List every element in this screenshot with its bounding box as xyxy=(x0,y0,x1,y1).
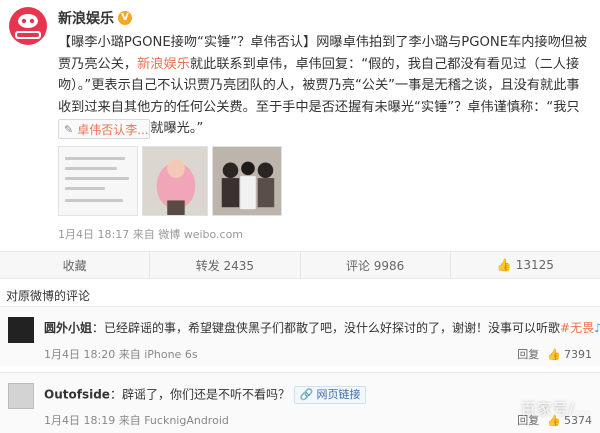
repost-button[interactable]: 转发 2435 xyxy=(150,252,301,278)
comment-meta: 1月4日 18:19 来自 FucknigAndroid xyxy=(44,412,229,428)
comment-source: 来自 iPhone 6s xyxy=(118,348,198,361)
comment-actions: 回复 👍 7391 xyxy=(517,346,592,362)
thumbs-up-icon: 👍 xyxy=(496,258,512,272)
photo-thumbnail-group[interactable] xyxy=(212,146,282,216)
collect-button[interactable]: 收藏 xyxy=(0,252,151,278)
webpage-link-label: 网页链接 xyxy=(316,388,361,401)
article-link-label: 卓伟否认李... xyxy=(77,122,149,137)
edit-icon: ✎ xyxy=(64,122,74,136)
post-meta: 1月4日 18:17 来自 微博 weibo.com xyxy=(58,226,243,242)
comment-button[interactable]: 评论 9986 xyxy=(301,252,451,278)
comment-meta: 1月4日 18:20 来自 iPhone 6s xyxy=(44,346,198,362)
topic-tag[interactable]: #无畏 xyxy=(560,321,594,335)
webpage-link-card[interactable]: 🔗 网页链接 xyxy=(293,386,367,404)
post-time[interactable]: 1月4日 18:17 xyxy=(58,228,129,241)
author-avatar[interactable] xyxy=(8,6,48,46)
comments-title: 对原微博的评论 xyxy=(6,289,91,303)
commenter-avatar[interactable] xyxy=(8,317,34,343)
weibo-post: 新浪娱乐 V 【曝李小璐PGONE接吻“实锤”？卓伟否认】网曝卓伟拍到了李小璐与… xyxy=(0,0,600,245)
comment-like-count: 7391 xyxy=(564,347,592,361)
post-source: 来自 微博 weibo.com xyxy=(132,228,244,241)
post-action-bar: 收藏 转发 2435 评论 9986 👍 13125 xyxy=(0,251,600,279)
music-note-icon: ♪ xyxy=(594,321,600,335)
repost-label: 转发 2435 xyxy=(195,258,255,273)
link-icon: 🔗 xyxy=(299,388,314,401)
comment-label: 评论 9986 xyxy=(345,258,405,273)
thumbs-up-icon: 👍 xyxy=(547,347,561,361)
like-count: 13125 xyxy=(515,258,554,272)
mention-link[interactable]: 新浪娱乐 xyxy=(137,57,190,72)
commenter-avatar[interactable] xyxy=(8,383,34,409)
comment-text: Outofside：辟谣了，你们还是不听不看吗？ 🔗 网页链接 xyxy=(44,386,592,404)
comment-like-button[interactable]: 👍 7391 xyxy=(547,346,592,362)
comment-source: 来自 FucknigAndroid xyxy=(118,414,229,427)
screenshot-thumbnail[interactable] xyxy=(58,146,138,216)
photo-thumbnail-fur-coat[interactable] xyxy=(142,146,208,216)
image-thumbnails xyxy=(58,146,282,216)
commenter-name[interactable]: 圆外小姐 xyxy=(44,321,92,335)
verified-badge-icon: V xyxy=(118,11,132,25)
article-link-card[interactable]: ✎ 卓伟否认李... xyxy=(58,119,150,139)
author-name[interactable]: 新浪娱乐 xyxy=(58,8,114,28)
like-button[interactable]: 👍 13125 xyxy=(451,252,600,278)
watermark-text: 百家号/... xyxy=(520,400,592,418)
comment-item: Outofside：辟谣了，你们还是不听不看吗？ 🔗 网页链接 1月4日 18:1… xyxy=(0,372,600,433)
comment-time: 1月4日 18:20 xyxy=(44,348,116,361)
comment-text: 圆外小姐：已经辟谣的事，希望键盘侠黑子们都散了吧，没什么好探讨的了，谢谢！没事可… xyxy=(44,320,600,336)
comment-body: ：辟谣了，你们还是不听不看吗？ xyxy=(109,387,290,402)
reply-button[interactable]: 回复 xyxy=(517,346,539,362)
comment-item: 圆外小姐：已经辟谣的事，希望键盘侠黑子们都散了吧，没什么好探讨的了，谢谢！没事可… xyxy=(0,306,600,366)
commenter-name[interactable]: Outofside xyxy=(44,388,110,402)
collect-label: 收藏 xyxy=(62,258,87,273)
comment-time: 1月4日 18:19 xyxy=(44,414,116,427)
comment-body: ：已经辟谣的事，希望键盘侠黑子们都散了吧，没什么好探讨的了，谢谢！没事可以听歌 xyxy=(92,321,561,335)
